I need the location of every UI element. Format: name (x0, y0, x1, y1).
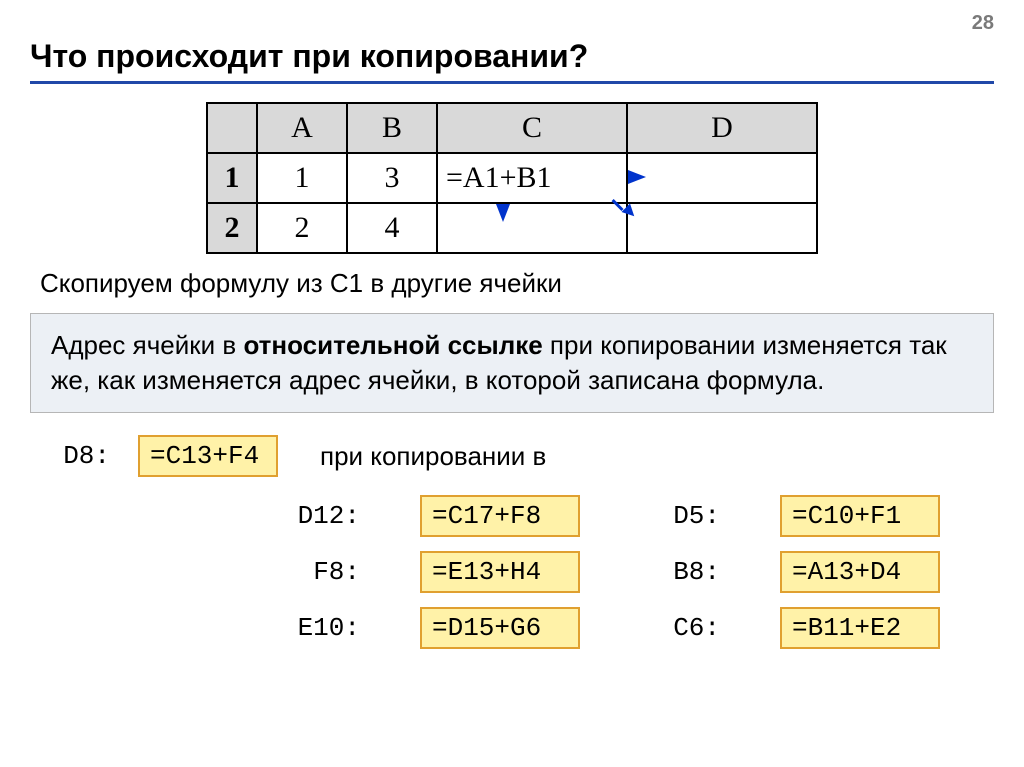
info-box: Адрес ячейки в относительной ссылке при … (30, 313, 994, 413)
col-header-c: C (437, 103, 627, 153)
caption-text: Скопируем формулу из С1 в другие ячейки (40, 268, 994, 299)
col-header-a: A (257, 103, 347, 153)
cell-d2 (627, 203, 817, 253)
col-header-b: B (347, 103, 437, 153)
arrow-down-icon (496, 204, 510, 222)
cell-a2: 2 (257, 203, 347, 253)
cell-b1: 3 (347, 153, 437, 203)
result-formula-0: =C17+F8 (420, 495, 580, 537)
arrow-right-icon (628, 170, 646, 184)
row-header-1: 1 (207, 153, 257, 203)
copy-text: при копировании в (320, 441, 546, 472)
result-formula-4: =D15+G6 (420, 607, 580, 649)
result-label-3: B8: (630, 557, 720, 587)
spreadsheet-table: A B C D 1 1 3 =A1+B1 2 2 4 (206, 102, 818, 254)
result-label-2: F8: (270, 557, 360, 587)
col-header-d: D (627, 103, 817, 153)
page-number: 28 (972, 12, 994, 35)
cell-c1: =A1+B1 (437, 153, 627, 203)
result-label-5: C6: (630, 613, 720, 643)
cell-a1: 1 (257, 153, 347, 203)
arrow-diagonal-icon (618, 198, 636, 216)
corner-cell (207, 103, 257, 153)
result-formula-3: =A13+D4 (780, 551, 940, 593)
cell-c2 (437, 203, 627, 253)
examples-section: D8: =C13+F4 при копировании в D12: =C17+… (30, 435, 994, 649)
cell-d1 (627, 153, 817, 203)
row-header-2: 2 (207, 203, 257, 253)
page-title: Что происходит при копировании? (30, 38, 994, 84)
info-bold: относительной ссылке (243, 330, 542, 360)
cell-b2: 4 (347, 203, 437, 253)
results-grid: D12: =C17+F8 D5: =C10+F1 F8: =E13+H4 B8:… (270, 495, 994, 649)
result-label-1: D5: (630, 501, 720, 531)
cell-c1-text: =A1+B1 (446, 161, 552, 194)
result-label-0: D12: (270, 501, 360, 531)
result-label-4: E10: (270, 613, 360, 643)
base-example: D8: =C13+F4 при копировании в (30, 435, 994, 477)
base-label: D8: (30, 441, 110, 471)
result-formula-1: =C10+F1 (780, 495, 940, 537)
base-formula: =C13+F4 (138, 435, 278, 477)
result-formula-2: =E13+H4 (420, 551, 580, 593)
result-formula-5: =B11+E2 (780, 607, 940, 649)
info-pre: Адрес ячейки в (51, 330, 243, 360)
